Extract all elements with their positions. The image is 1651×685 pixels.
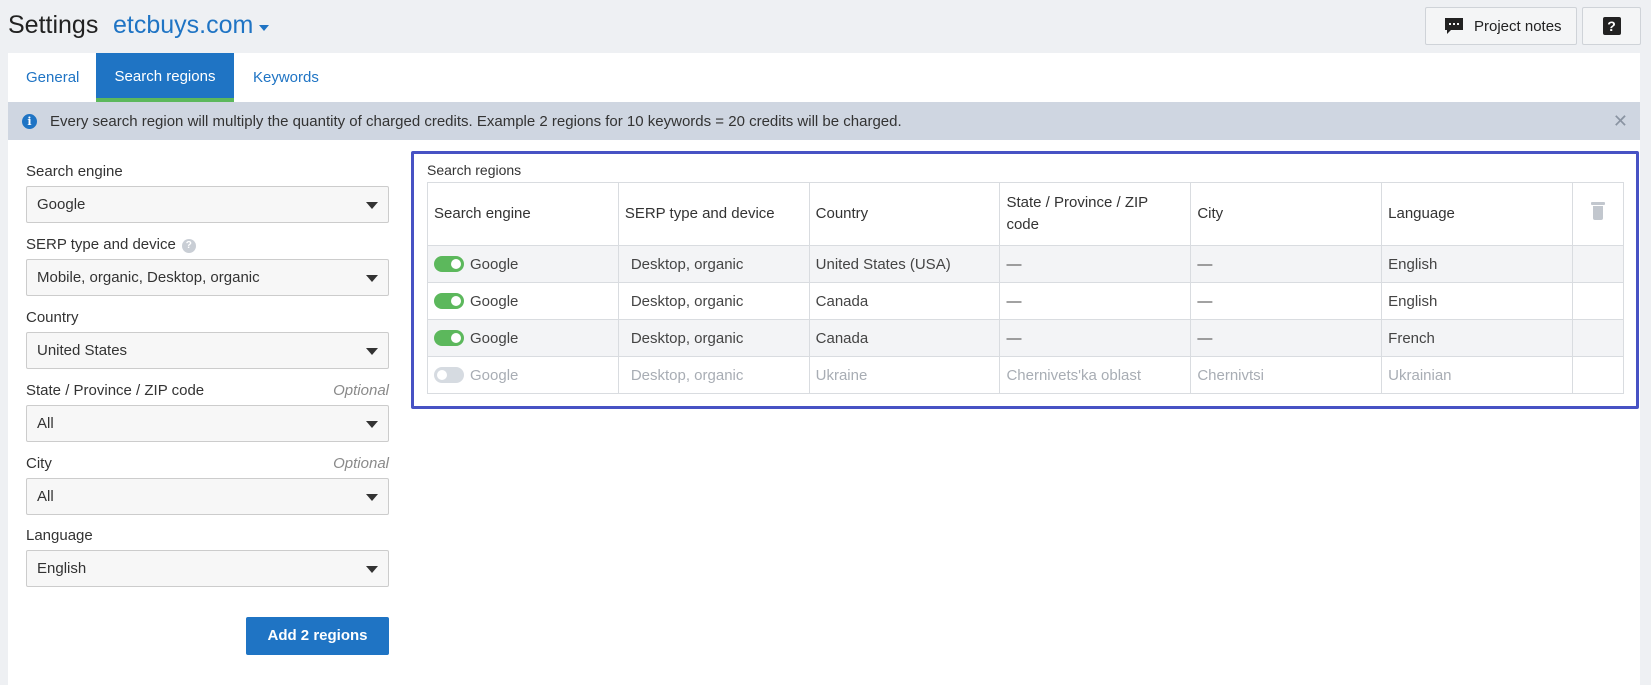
chevron-down-icon: [366, 275, 378, 282]
language-cell: English: [1381, 245, 1573, 283]
region-toggle[interactable]: [434, 366, 464, 383]
actions-cell: [1571, 319, 1625, 357]
serp-type-label: SERP type and device?: [26, 236, 196, 253]
column-header: Language: [1381, 182, 1573, 246]
country-cell: United States (USA): [808, 245, 1001, 283]
search-engine-select[interactable]: Google: [26, 186, 389, 223]
region-toggle[interactable]: [434, 292, 464, 309]
tab-keywords[interactable]: Keywords: [253, 53, 319, 102]
search-regions-table-panel: Search regions Search engine SERP type a…: [411, 151, 1639, 409]
chevron-down-icon: [366, 202, 378, 209]
tab-general[interactable]: General: [26, 53, 79, 102]
serp-cell: Desktop, organic: [617, 356, 810, 394]
country-label: Country: [26, 309, 79, 326]
language-cell: French: [1381, 319, 1573, 357]
city-cell: —: [1190, 319, 1383, 357]
settings-panel: General Search regions Keywords i Every …: [8, 53, 1640, 685]
search-engine-value: Google: [37, 196, 86, 213]
city-select[interactable]: All: [26, 478, 389, 515]
actions-cell: [1571, 245, 1625, 283]
top-bar: Settings etcbuys.com Project notes ?: [0, 0, 1651, 54]
notice-text: Every search region will multiply the qu…: [50, 112, 902, 130]
column-header: Country: [808, 182, 1001, 246]
table-row: Google Desktop, organic United States (U…: [427, 245, 1625, 283]
table-row: Google Desktop, organic Ukraine Chernive…: [427, 356, 1625, 394]
engine-text: Google: [470, 255, 519, 273]
column-header: State / Province / ZIP code: [999, 182, 1192, 246]
language-label: Language: [26, 527, 93, 544]
engine-text: Google: [470, 329, 519, 347]
country-cell: Ukraine: [808, 356, 1001, 394]
search-engine-label: Search engine: [26, 163, 123, 180]
chevron-down-icon[interactable]: [259, 25, 269, 31]
project-selector[interactable]: etcbuys.com: [113, 11, 253, 40]
chevron-down-icon: [366, 348, 378, 355]
region-toggle[interactable]: [434, 255, 464, 272]
serp-cell: Desktop, organic: [617, 319, 810, 357]
language-value: English: [37, 560, 87, 577]
engine-text: Google: [470, 292, 519, 310]
credits-notice: i Every search region will multiply the …: [8, 102, 1640, 140]
project-notes-label: Project notes: [1474, 17, 1562, 35]
add-regions-button[interactable]: Add 2 regions: [246, 617, 389, 655]
state-value: All: [37, 415, 54, 432]
serp-type-select[interactable]: Mobile, organic, Desktop, organic: [26, 259, 389, 296]
serp-cell: Desktop, organic: [617, 245, 810, 283]
page-title: Settings: [8, 11, 99, 39]
country-value: United States: [37, 342, 128, 359]
tab-bar: General Search regions Keywords: [8, 53, 1640, 102]
country-select[interactable]: United States: [26, 332, 389, 369]
engine-cell: Google: [427, 319, 619, 357]
city-cell: —: [1190, 282, 1383, 320]
city-value: All: [37, 488, 54, 505]
engine-cell: Google: [427, 356, 619, 394]
city-optional-hint: Optional: [333, 455, 389, 472]
state-cell: —: [999, 319, 1192, 357]
column-header: Search engine: [427, 182, 619, 246]
table-header-row: Search engine SERP type and device Count…: [427, 182, 1625, 246]
question-icon[interactable]: ?: [181, 239, 196, 253]
table-row: Google Desktop, organic Canada — — Engli…: [427, 282, 1625, 320]
serp-cell: Desktop, organic: [617, 282, 810, 320]
close-icon[interactable]: ✕: [1613, 111, 1628, 132]
serp-type-label-text: SERP type and device: [26, 236, 176, 253]
table-row: Google Desktop, organic Canada — — Frenc…: [427, 319, 1625, 357]
region-toggle[interactable]: [434, 329, 464, 346]
engine-cell: Google: [427, 282, 619, 320]
city-cell: —: [1190, 245, 1383, 283]
actions-cell: [1571, 356, 1625, 394]
trash-icon[interactable]: [1590, 201, 1605, 220]
search-regions-title: Search regions: [427, 162, 522, 178]
city-cell: Chernivtsi: [1190, 356, 1383, 394]
help-button[interactable]: ?: [1582, 7, 1641, 45]
state-cell: —: [999, 282, 1192, 320]
serp-type-value: Mobile, organic, Desktop, organic: [37, 269, 260, 286]
state-cell: —: [999, 245, 1192, 283]
actions-cell: [1571, 282, 1625, 320]
country-cell: Canada: [808, 319, 1001, 357]
help-icon: ?: [1602, 17, 1621, 35]
project-notes-button[interactable]: Project notes: [1425, 7, 1577, 45]
search-regions-table: Search engine SERP type and device Count…: [427, 182, 1625, 394]
tab-search-regions[interactable]: Search regions: [96, 53, 234, 102]
chevron-down-icon: [366, 566, 378, 573]
comment-icon: [1445, 18, 1463, 34]
state-cell: Chernivets'ka oblast: [999, 356, 1192, 394]
chevron-down-icon: [366, 494, 378, 501]
column-header: SERP type and device: [617, 182, 810, 246]
delete-all-cell: [1571, 182, 1625, 246]
language-select[interactable]: English: [26, 550, 389, 587]
state-select[interactable]: All: [26, 405, 389, 442]
language-cell: Ukrainian: [1381, 356, 1573, 394]
engine-text: Google: [470, 366, 519, 384]
state-label: State / Province / ZIP code: [26, 382, 205, 399]
city-label: City: [26, 455, 52, 472]
chevron-down-icon: [366, 421, 378, 428]
state-optional-hint: Optional: [333, 382, 389, 399]
language-cell: English: [1381, 282, 1573, 320]
engine-cell: Google: [427, 245, 619, 283]
column-header: City: [1190, 182, 1383, 246]
info-icon: i: [22, 113, 37, 129]
country-cell: Canada: [808, 282, 1001, 320]
